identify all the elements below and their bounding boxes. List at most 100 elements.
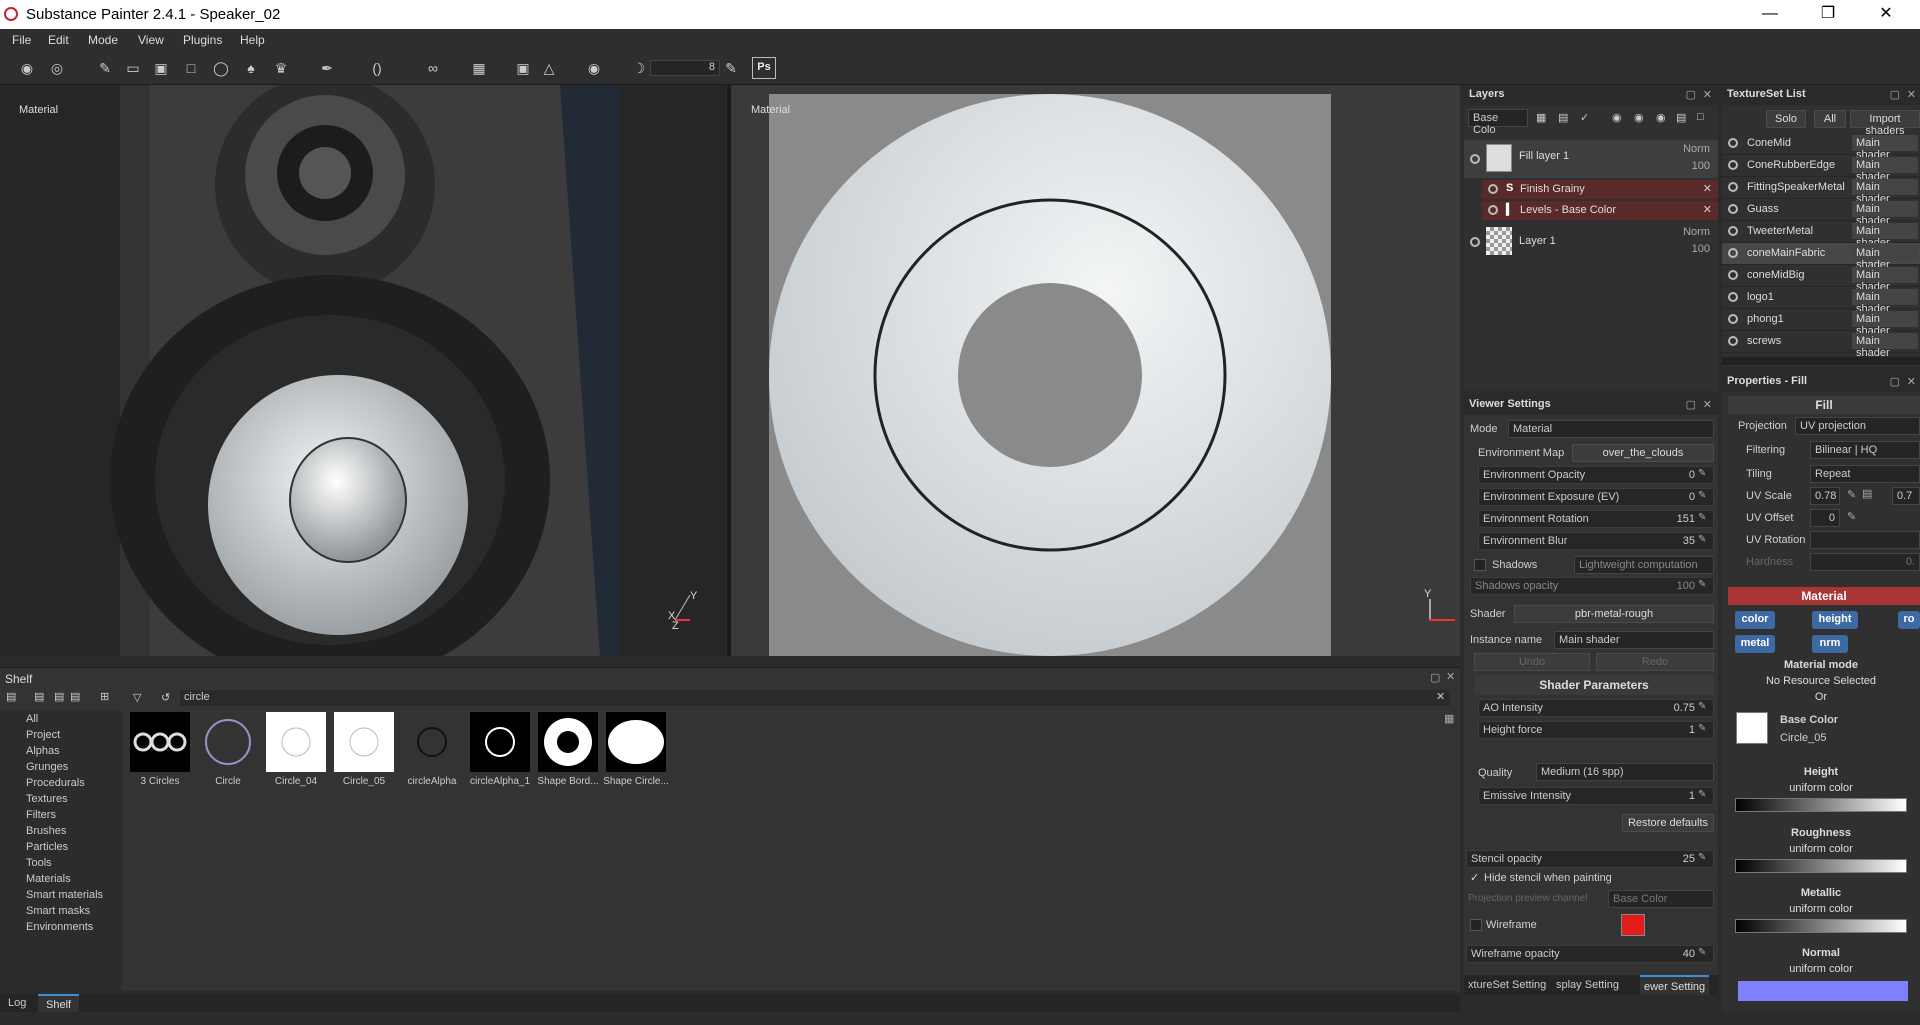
effect-row-finish-grainy[interactable]: S Finish Grainy ✕ — [1482, 180, 1718, 199]
visibility-eye-icon[interactable] — [1728, 248, 1738, 258]
layer-blend[interactable]: Norm — [1683, 143, 1710, 155]
shadows-mode-select[interactable]: Lightweight computation — [1574, 556, 1714, 574]
brush-layer-icon[interactable]: ✓ — [1580, 111, 1589, 124]
menu-view[interactable]: View — [138, 33, 164, 47]
visibility-eye-icon[interactable] — [1728, 314, 1738, 324]
import-icon[interactable]: ▤ — [54, 690, 64, 703]
shadows-opacity-slider[interactable]: Shadows opacity 100 ✎ — [1470, 577, 1714, 595]
clone-icon[interactable]: ♠ — [242, 59, 260, 77]
uv-scale-pen-icon[interactable]: ✎ — [1847, 488, 1856, 501]
menu-file[interactable]: File — [12, 33, 31, 47]
minimize-button[interactable]: — — [1750, 2, 1790, 26]
layer-opacity[interactable]: 100 — [1692, 160, 1710, 172]
redo-button[interactable]: Redo — [1596, 653, 1714, 671]
all-button[interactable]: All — [1814, 110, 1846, 128]
shader-params-header[interactable]: Shader Parameters — [1474, 675, 1714, 695]
shader-select[interactable]: Main shader — [1852, 289, 1918, 315]
layout-icon[interactable]: ▦ — [470, 59, 488, 77]
shader-select[interactable]: Main shader — [1852, 179, 1918, 205]
tab-log[interactable]: Log — [8, 997, 26, 1009]
import-shaders-button[interactable]: Import shaders — [1850, 110, 1920, 137]
reset-search-icon[interactable]: ↺ — [161, 691, 170, 704]
export-icon[interactable]: ▤ — [70, 690, 80, 703]
screenshot-icon[interactable]: ◉ — [585, 59, 603, 77]
shader-select[interactable]: Main shader — [1852, 223, 1918, 249]
channel-select[interactable]: Base Colo — [1468, 109, 1528, 136]
props-close-icon[interactable]: ✕ — [1907, 375, 1916, 388]
shader-button[interactable]: pbr-metal-rough — [1514, 605, 1714, 623]
projection-icon[interactable]: ▣ — [152, 59, 170, 77]
ao-intensity-slider[interactable]: AO Intensity 0.75 ✎ — [1478, 699, 1714, 717]
polygon-fill-icon[interactable]: □ — [182, 59, 200, 77]
textureset-row[interactable]: TweeterMetal Main shader — [1722, 221, 1920, 249]
stencil-opacity-slider[interactable]: Stencil opacity 25 ✎ — [1466, 850, 1714, 868]
category-project[interactable]: Project — [26, 729, 60, 741]
remove-effect-icon[interactable]: ✕ — [1703, 182, 1712, 195]
category-all[interactable]: All — [26, 713, 38, 725]
undo-button[interactable]: Undo — [1474, 653, 1590, 671]
roughness-gradient-slider[interactable] — [1735, 859, 1907, 873]
viewer-close-icon[interactable]: ✕ — [1703, 398, 1712, 411]
shelf-item-circlealpha-1[interactable] — [470, 712, 530, 772]
layer-row-layer-1[interactable]: Layer 1 Norm 100 — [1464, 223, 1718, 261]
metallic-gradient-slider[interactable] — [1735, 919, 1907, 933]
texset-float-icon[interactable]: ▢ — [1890, 88, 1900, 101]
viewer-float-icon[interactable]: ▢ — [1686, 398, 1696, 411]
light-icon[interactable]: ☽ — [630, 59, 648, 77]
category-smart-masks[interactable]: Smart masks — [26, 905, 90, 917]
filter-icon[interactable]: ▽ — [133, 691, 141, 704]
shelf-item-shape-circle[interactable] — [606, 712, 666, 772]
shelf-item-circle-05[interactable] — [334, 712, 394, 772]
category-materials[interactable]: Materials — [26, 873, 71, 885]
shelf-float-icon[interactable]: ▢ — [1430, 671, 1440, 684]
props-float-icon[interactable]: ▢ — [1890, 375, 1900, 388]
camera-icon[interactable]: ▣ — [514, 59, 532, 77]
uv-offset-pen-icon[interactable]: ✎ — [1847, 510, 1856, 523]
add-fill-icon[interactable]: ◉ — [1612, 111, 1622, 124]
shelf-item-shape-border[interactable] — [538, 712, 598, 772]
instance-select[interactable]: Main shader — [1554, 631, 1714, 649]
viewport-3d[interactable]: Material X Y Z — [0, 85, 726, 656]
visibility-eye-icon[interactable] — [1728, 270, 1738, 280]
channel-chip-height[interactable]: height — [1812, 611, 1858, 629]
clear-search-icon[interactable]: ✕ — [1436, 690, 1445, 703]
smudge-icon[interactable]: ◯ — [212, 59, 230, 77]
normal-color-swatch[interactable] — [1738, 981, 1908, 1001]
hide-stencil-checkbox[interactable]: ✓ — [1470, 871, 1479, 884]
textureset-row[interactable]: coneMidBig Main shader — [1722, 265, 1920, 293]
remove-effect-icon[interactable]: ✕ — [1703, 203, 1712, 216]
tab-viewer-settings[interactable]: ewer Setting — [1640, 975, 1710, 995]
add-icon[interactable]: ⊞ — [100, 690, 109, 703]
textureset-row[interactable]: screws Main shader — [1722, 331, 1920, 359]
channel-chip-nrm[interactable]: nrm — [1812, 635, 1848, 653]
mode-select[interactable]: Material — [1508, 420, 1714, 438]
height-gradient-slider[interactable] — [1735, 798, 1907, 812]
folder-icon[interactable]: ▤ — [1676, 111, 1686, 124]
shader-select[interactable]: Main shader — [1852, 311, 1918, 337]
textureset-row[interactable]: ConeRubberEdge Main shader — [1722, 155, 1920, 183]
shelf-close-icon[interactable]: ✕ — [1446, 670, 1455, 683]
menu-edit[interactable]: Edit — [48, 33, 69, 47]
visibility-eye-icon[interactable] — [1728, 204, 1738, 214]
wireframe-color-swatch[interactable] — [1621, 914, 1645, 936]
envmap-button[interactable]: over_the_clouds — [1572, 444, 1714, 462]
close-button[interactable]: ✕ — [1866, 2, 1906, 26]
shader-select[interactable]: Main shader — [1852, 201, 1918, 227]
category-environments[interactable]: Environments — [26, 921, 93, 933]
env-exposure-slider[interactable]: Environment Exposure (EV) 0 ✎ — [1478, 488, 1714, 506]
category-tools[interactable]: Tools — [26, 857, 52, 869]
new-folder-icon[interactable]: ▤ — [34, 690, 44, 703]
effect-row-levels[interactable]: ▍ Levels - Base Color ✕ — [1482, 201, 1718, 220]
channel-chip-color[interactable]: color — [1735, 611, 1775, 629]
shader-select[interactable]: Main shader — [1852, 135, 1918, 161]
layer-opacity[interactable]: 100 — [1692, 243, 1710, 255]
visibility-eye-icon[interactable] — [1488, 184, 1498, 194]
restore-button[interactable]: ❐ — [1808, 2, 1848, 26]
textureset-row[interactable]: coneMainFabric Main shader — [1722, 243, 1920, 271]
visibility-eye-icon[interactable] — [1728, 182, 1738, 192]
solo-button[interactable]: Solo — [1766, 110, 1806, 128]
textureset-row[interactable]: ConeMid Main shader — [1722, 133, 1920, 161]
menu-mode[interactable]: Mode — [88, 33, 118, 47]
tab-shelf[interactable]: Shelf — [38, 994, 80, 1012]
uv-rotation-field[interactable] — [1810, 531, 1920, 549]
